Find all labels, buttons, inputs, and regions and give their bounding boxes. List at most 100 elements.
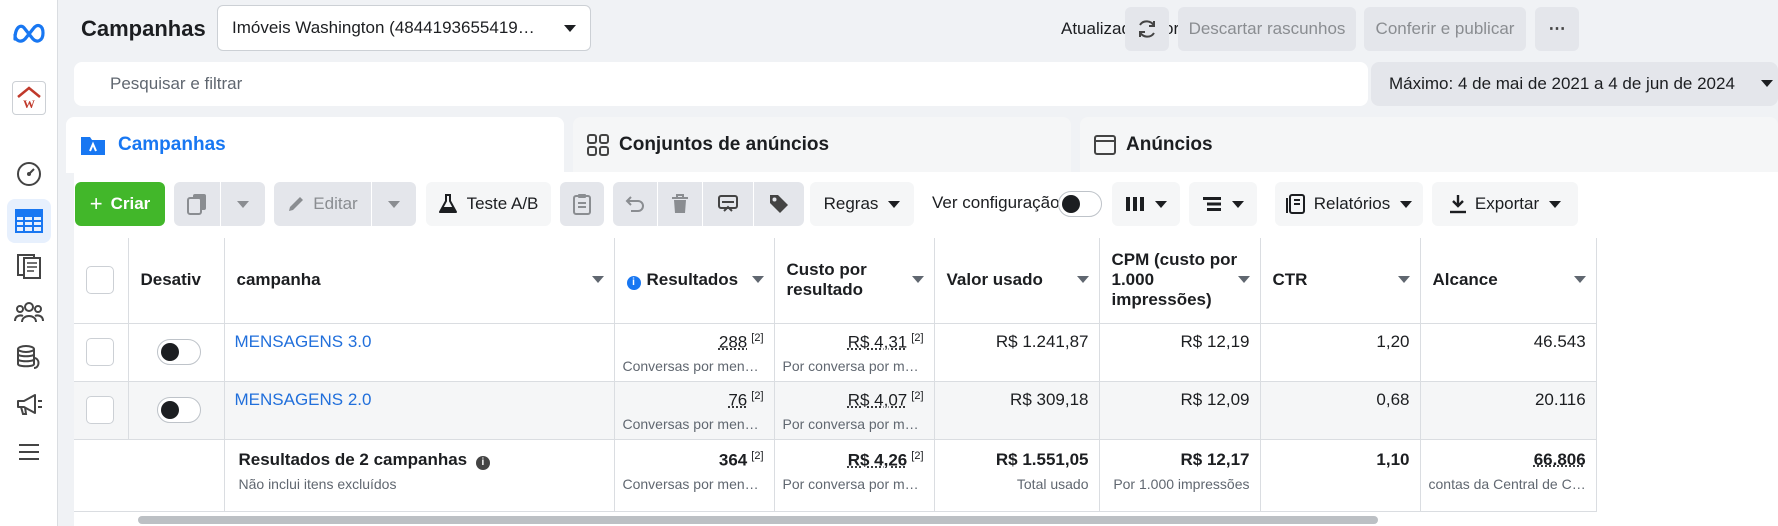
rules-button[interactable]: Regras bbox=[810, 182, 914, 226]
footnote: [2] bbox=[751, 331, 764, 344]
ctr-value: 1,20 bbox=[1260, 323, 1421, 382]
column-ctr[interactable]: CTR bbox=[1260, 238, 1421, 324]
summary-results: 364 bbox=[718, 450, 748, 470]
campaign-name-link[interactable]: MENSAGENS 3.0 bbox=[235, 332, 372, 351]
tab-campaigns[interactable]: Campanhas bbox=[66, 117, 564, 173]
campaign-toggle[interactable] bbox=[156, 338, 201, 365]
discard-drafts-button[interactable]: Descartar rascunhos bbox=[1178, 7, 1356, 51]
row-checkbox[interactable] bbox=[86, 395, 114, 424]
column-label: CTR bbox=[1272, 270, 1308, 290]
footnote: [2] bbox=[911, 449, 924, 462]
select-all-checkbox[interactable] bbox=[86, 266, 114, 295]
column-amount-spent[interactable]: Valor usado bbox=[934, 238, 1100, 324]
footnote: [2] bbox=[911, 389, 924, 402]
info-icon: i bbox=[626, 276, 641, 291]
column-cpm[interactable]: CPM (custo por 1.000 impressões) bbox=[1099, 238, 1261, 324]
columns-button[interactable] bbox=[1112, 182, 1180, 226]
swap-icon bbox=[718, 195, 738, 212]
results-value: 288 bbox=[718, 332, 748, 352]
billing-coins-icon[interactable] bbox=[7, 336, 51, 380]
undo-button[interactable] bbox=[613, 182, 657, 226]
delete-button[interactable] bbox=[658, 182, 702, 226]
transfer-button[interactable] bbox=[703, 182, 753, 226]
summary-spent-cell: R$ 1.551,05 Total usado bbox=[934, 439, 1100, 512]
edit-button[interactable]: Editar bbox=[274, 182, 371, 226]
tag-icon bbox=[770, 195, 788, 213]
row-toggle-cell bbox=[128, 323, 225, 382]
table-row[interactable]: MENSAGENS 3.0 288 [2] Conversas por men… R… bbox=[74, 323, 1597, 382]
horizontal-scrollbar[interactable] bbox=[138, 516, 1378, 524]
chevron-down-icon bbox=[564, 24, 576, 32]
summary-row: Resultados de 2 campanhas i Não inclui i… bbox=[74, 439, 1597, 512]
dashboard-gauge-icon[interactable] bbox=[7, 152, 51, 196]
summary-spent: R$ 1.551,05 bbox=[995, 449, 1089, 469]
edit-dropdown[interactable] bbox=[372, 182, 416, 226]
campaign-name-link[interactable]: MENSAGENS 2.0 bbox=[235, 390, 372, 409]
more-options-button[interactable]: ⋯ bbox=[1535, 7, 1579, 51]
results-cell: 76 [2] Conversas por men… bbox=[614, 381, 775, 440]
table-row[interactable]: MENSAGENS 2.0 76 [2] Conversas por men… R$… bbox=[74, 381, 1597, 440]
clipboard-icon bbox=[573, 194, 591, 215]
column-off-on[interactable]: Desativ bbox=[128, 238, 225, 324]
sort-icon bbox=[1076, 276, 1089, 283]
campaigns-table: Desativ campanha i Resultados Custo por r… bbox=[74, 238, 1597, 512]
duplicate-dropdown[interactable] bbox=[221, 182, 265, 226]
ctr-value: 0,68 bbox=[1260, 381, 1421, 440]
sort-icon bbox=[751, 276, 764, 283]
account-selector[interactable]: Imóveis Washington (4844193655419… bbox=[217, 5, 591, 51]
summary-label: Resultados de 2 campanhas bbox=[238, 449, 468, 469]
breakdown-button[interactable] bbox=[1189, 182, 1257, 226]
summary-spent-type: Total usado bbox=[1016, 475, 1089, 492]
chevron-down-icon bbox=[1155, 200, 1167, 208]
search-filter-input[interactable]: Pesquisar e filtrar bbox=[74, 62, 1368, 106]
clipboard-button[interactable] bbox=[560, 182, 604, 226]
select-all-cell bbox=[74, 238, 129, 324]
audiences-icon[interactable] bbox=[7, 290, 51, 334]
date-range-selector[interactable]: Máximo: 4 de mai de 2021 a 4 de jun de 2… bbox=[1371, 62, 1778, 106]
refresh-button[interactable] bbox=[1125, 7, 1169, 51]
export-button[interactable]: Exportar bbox=[1432, 182, 1578, 226]
column-results[interactable]: i Resultados bbox=[614, 238, 775, 324]
tag-button[interactable] bbox=[754, 182, 804, 226]
ads-manager-table-icon[interactable] bbox=[7, 199, 51, 243]
all-tools-menu-icon[interactable] bbox=[7, 430, 51, 474]
summary-blank bbox=[128, 439, 225, 512]
summary-reach: 66.806 bbox=[1533, 449, 1586, 469]
review-publish-button[interactable]: Conferir e publicar bbox=[1364, 7, 1526, 51]
cpm-value: R$ 12,19 bbox=[1099, 323, 1261, 382]
chevron-down-icon bbox=[388, 200, 400, 208]
spent-value: R$ 1.241,87 bbox=[934, 323, 1100, 382]
ads-megaphone-icon[interactable] bbox=[7, 382, 51, 426]
columns-icon bbox=[1126, 197, 1144, 211]
pages-icon[interactable] bbox=[7, 244, 51, 288]
column-reach[interactable]: Alcance bbox=[1420, 238, 1597, 324]
cost-type: Por conversa por m… bbox=[782, 358, 919, 375]
main-content: Campanhas Imóveis Washington (4844193655… bbox=[58, 0, 1778, 526]
reports-button[interactable]: Relatórios bbox=[1275, 182, 1423, 226]
summary-cpm-type: Por 1.000 impressões bbox=[1113, 475, 1250, 492]
view-setup-toggle[interactable] bbox=[1058, 191, 1102, 217]
account-avatar-icon[interactable]: W bbox=[7, 76, 51, 120]
tab-ads[interactable]: Anúncios bbox=[1080, 117, 1778, 173]
column-campaign[interactable]: campanha bbox=[224, 238, 615, 324]
tab-label: Anúncios bbox=[1126, 134, 1213, 155]
campaign-name-cell: MENSAGENS 3.0 bbox=[224, 323, 615, 382]
duplicate-button[interactable] bbox=[174, 182, 220, 226]
column-cost-per-result[interactable]: Custo por resultado bbox=[774, 238, 935, 324]
summary-ctr-cell: 1,10 bbox=[1260, 439, 1421, 512]
ab-test-button[interactable]: Teste A/B bbox=[426, 182, 551, 226]
chevron-down-icon bbox=[1400, 200, 1413, 208]
create-label: Criar bbox=[110, 194, 151, 213]
spent-value: R$ 309,18 bbox=[934, 381, 1100, 440]
info-icon[interactable]: i bbox=[475, 455, 490, 470]
results-cell: 288 [2] Conversas por men… bbox=[614, 323, 775, 382]
create-button[interactable]: + Criar bbox=[75, 182, 165, 226]
chevron-down-icon bbox=[237, 200, 249, 208]
cost-value: R$ 4,07 bbox=[847, 390, 908, 410]
row-checkbox[interactable] bbox=[86, 337, 114, 366]
tab-ad-sets[interactable]: Conjuntos de anúncios bbox=[573, 117, 1071, 173]
results-type: Conversas por men… bbox=[622, 416, 759, 433]
chevron-down-icon bbox=[1761, 80, 1773, 87]
meta-logo-icon[interactable] bbox=[7, 10, 51, 54]
campaign-toggle[interactable] bbox=[156, 396, 201, 423]
